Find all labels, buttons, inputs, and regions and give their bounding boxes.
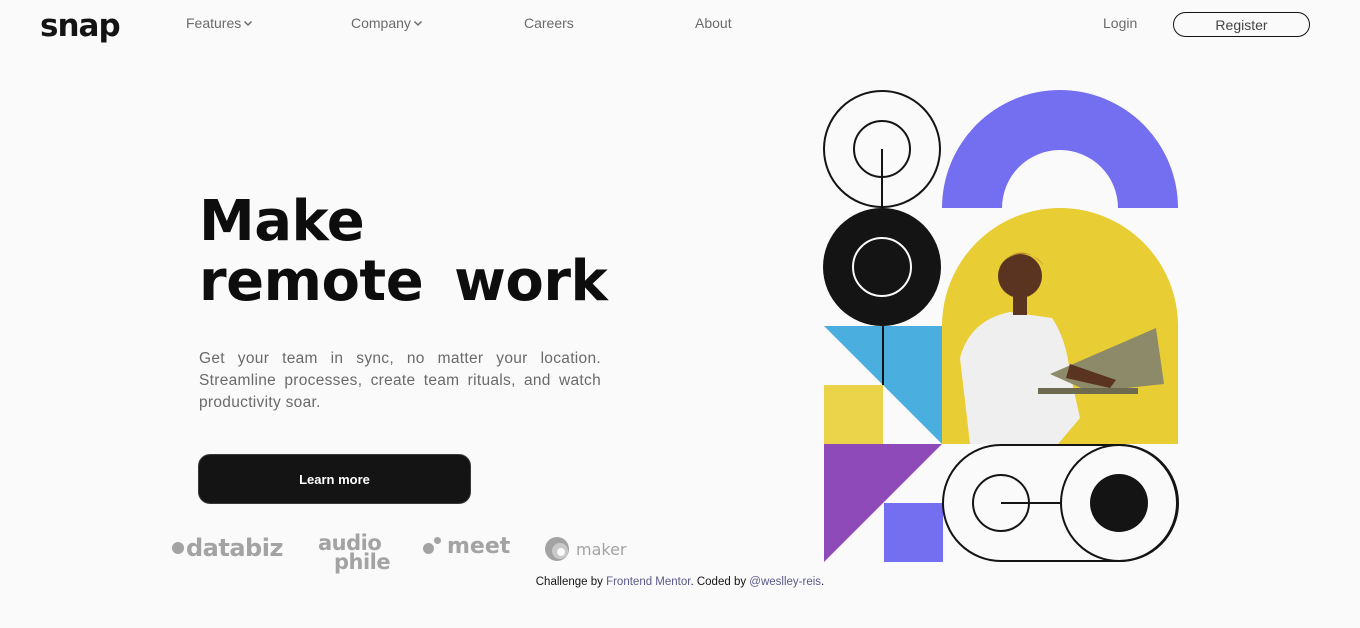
meet-dots-icon	[423, 535, 443, 559]
learn-more-button[interactable]: Learn more	[198, 454, 471, 504]
yellow-square-shape	[824, 385, 883, 444]
register-button[interactable]: Register	[1173, 12, 1310, 37]
maker-circle-icon	[545, 537, 569, 561]
login-label: Login	[1103, 15, 1138, 31]
attribution-middle: . Coded by	[690, 576, 750, 588]
black-circle-shape	[823, 208, 941, 326]
client-name: meet	[447, 534, 511, 559]
person-photo	[942, 208, 1178, 444]
nav-item-features[interactable]: Features	[186, 15, 253, 31]
pill-shape	[942, 444, 1179, 562]
client-name: maker	[576, 539, 627, 559]
nav-item-label: Careers	[524, 15, 574, 31]
hero-description: Get your team in sync, no matter your lo…	[199, 350, 601, 411]
chevron-down-icon	[244, 20, 253, 27]
client-logo-audiophile: audio phile	[318, 533, 391, 574]
client-logo-meet: meet	[423, 534, 510, 559]
ring-shape	[823, 90, 941, 208]
purple-square-shape	[884, 503, 943, 562]
nav-item-careers[interactable]: Careers	[524, 15, 574, 31]
attribution: Challenge by Frontend Mentor. Coded by @…	[0, 576, 1360, 588]
attribution-prefix: Challenge by	[535, 576, 607, 588]
login-link[interactable]: Login	[1103, 15, 1137, 31]
dot-icon	[172, 542, 184, 554]
client-name-line2: phile	[334, 550, 391, 574]
nav-item-label: Company	[351, 15, 411, 31]
nav-item-label: Features	[186, 15, 242, 31]
nav-item-about[interactable]: About	[695, 15, 732, 31]
client-logo-maker: maker	[544, 536, 627, 562]
nav-item-company[interactable]: Company	[351, 15, 423, 31]
logo[interactable]: snap	[40, 8, 121, 44]
author-link[interactable]: @weslley-reis	[749, 576, 821, 588]
client-name: databiz	[186, 534, 283, 562]
attribution-suffix: .	[821, 576, 825, 588]
frontend-mentor-link[interactable]: Frontend Mentor	[606, 576, 690, 588]
hero-illustration	[823, 90, 1179, 562]
client-logo-databiz: databiz	[172, 534, 283, 562]
nav-item-label: About	[695, 15, 732, 31]
arch-shape	[942, 90, 1178, 208]
chevron-down-icon	[413, 20, 422, 27]
hero-title: Make remote work	[199, 189, 608, 314]
